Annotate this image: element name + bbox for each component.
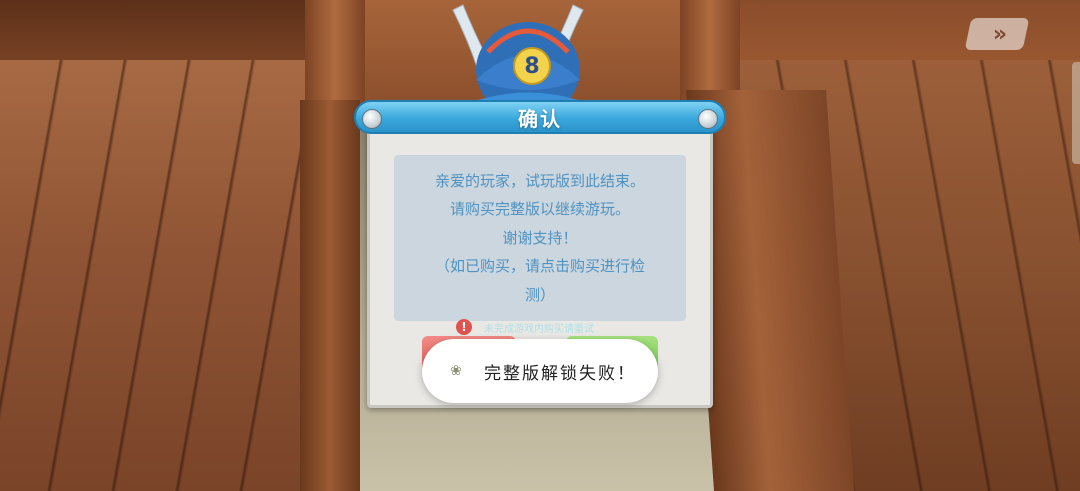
fast-forward-icon: » [992,21,1002,47]
error-icon: ! [456,319,472,335]
message-line: 测） [524,285,555,304]
message-line: （如已购买，请点击购买进行检 [434,257,645,276]
error-text: 未完成游戏内购买请重试 [484,323,594,335]
dialog-title-bar: 确认 [354,100,726,134]
wood-floor-left [0,60,330,491]
title-knob-left [362,109,382,129]
title-knob-right [698,109,718,129]
skip-button[interactable]: » [964,18,1030,50]
error-row: ! 未完成游戏内购买请重试 [456,318,656,336]
svg-text:8: 8 [524,54,539,79]
message-line: 谢谢支持！ [502,228,578,247]
chair-side-left [300,100,360,491]
dialog-title: 确认 [518,106,562,131]
toast-notification: ❀ 完整版解锁失败！ [422,339,658,403]
flower-icon: ❀ [450,363,462,379]
message-line: 亲爱的玩家，试玩版到此结束。 [434,171,645,190]
dialog-message: 亲爱的玩家，试玩版到此结束。 请购买完整版以继续游玩。 谢谢支持！ （如已购买，… [394,155,686,321]
character-cap: 8 [452,4,584,110]
side-panel-handle[interactable] [1072,62,1080,164]
toast-text: 完整版解锁失败！ [484,363,636,384]
message-line: 请购买完整版以继续游玩。 [449,200,630,219]
